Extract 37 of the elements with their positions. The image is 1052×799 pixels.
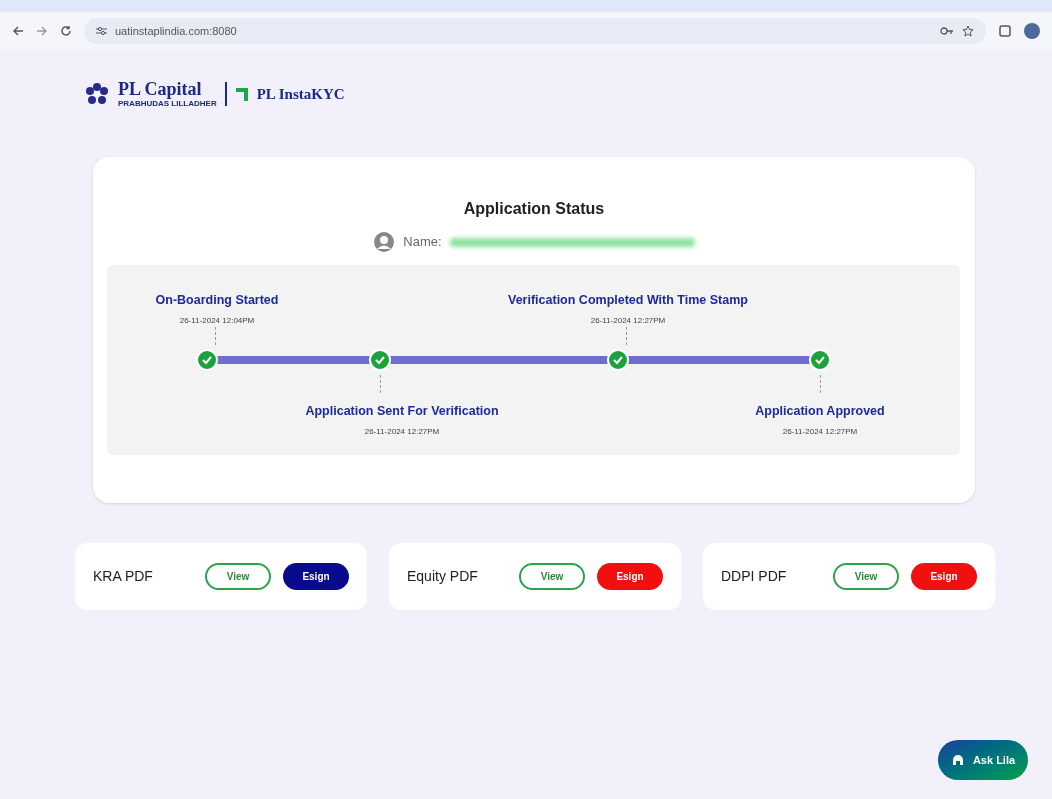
star-icon[interactable] bbox=[962, 25, 974, 37]
document-name: DDPI PDF bbox=[721, 567, 787, 586]
brand-tagline: PRABHUDAS LILLADHER bbox=[118, 100, 217, 108]
brand-name: PL Capital bbox=[118, 80, 203, 98]
key-icon[interactable] bbox=[940, 26, 954, 36]
step-timestamp: 26-11-2024 12:27PM bbox=[590, 314, 666, 327]
view-button[interactable]: View bbox=[833, 563, 899, 590]
step-label: Application Sent For Verification bbox=[305, 403, 499, 420]
back-icon[interactable] bbox=[12, 25, 24, 37]
document-name: Equity PDF bbox=[407, 567, 478, 586]
card-title: Application Status bbox=[462, 199, 606, 219]
profile-avatar[interactable] bbox=[1024, 23, 1040, 39]
esign-button[interactable]: Esign bbox=[283, 563, 349, 590]
esign-button[interactable]: Esign bbox=[911, 563, 977, 590]
forward-icon[interactable] bbox=[36, 25, 48, 37]
document-name: KRA PDF bbox=[93, 567, 153, 586]
reload-icon[interactable] bbox=[60, 25, 72, 37]
url-text: uatinstaplindia.com:8080 bbox=[115, 23, 237, 39]
step-timestamp: 26-11-2024 12:04PM bbox=[179, 314, 255, 327]
esign-button[interactable]: Esign bbox=[597, 563, 663, 590]
view-button[interactable]: View bbox=[205, 563, 271, 590]
user-avatar-icon bbox=[373, 231, 396, 253]
headset-icon bbox=[950, 753, 965, 767]
product-logo-icon bbox=[234, 86, 249, 102]
ask-lila-button[interactable]: Ask Lila bbox=[938, 740, 1028, 780]
view-button[interactable]: View bbox=[519, 563, 585, 590]
address-bar[interactable]: uatinstaplindia.com:8080 bbox=[84, 18, 986, 44]
step-timestamp: 26-11-2024 12:27PM bbox=[782, 425, 858, 438]
name-label: Name: bbox=[403, 233, 442, 252]
step-label: On-Boarding Started bbox=[155, 292, 279, 309]
site-settings-icon[interactable] bbox=[96, 26, 107, 36]
flower-logo-icon bbox=[84, 81, 110, 107]
extensions-icon[interactable] bbox=[998, 24, 1012, 38]
product-name: PL InstaKYC bbox=[256, 84, 345, 104]
step-label: Verification Completed With Time Stamp bbox=[508, 292, 748, 309]
step-timestamp: 26-11-2024 12:27PM bbox=[364, 425, 440, 438]
step-label: Application Approved bbox=[755, 403, 885, 420]
